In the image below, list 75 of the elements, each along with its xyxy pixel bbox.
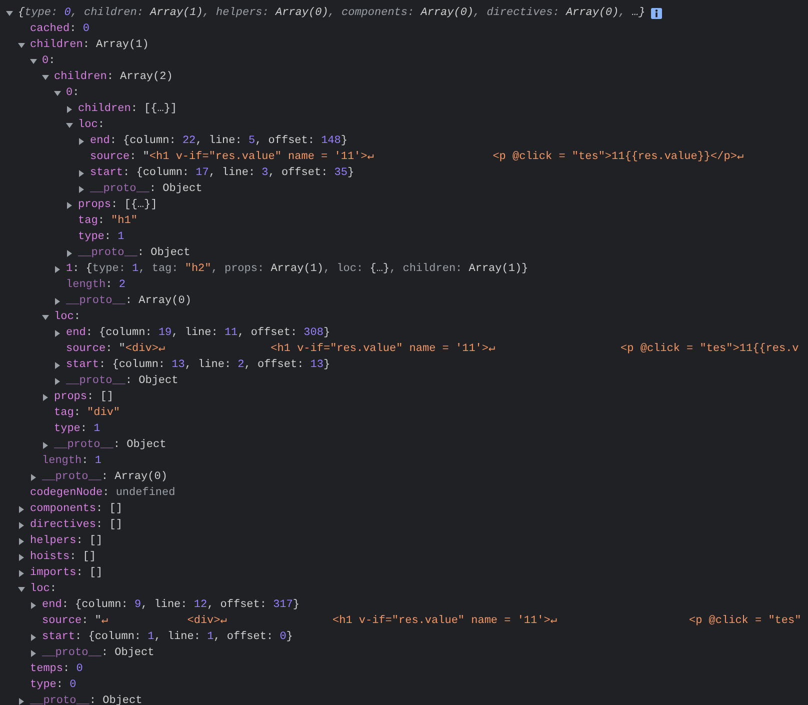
- console-property: 0:: [66, 86, 80, 101]
- console-property: __proto__: Array(0): [42, 470, 168, 485]
- console-property: tag: "div": [54, 406, 120, 421]
- caret-right-icon[interactable]: [78, 138, 85, 144]
- console-property: type: 0: [30, 678, 76, 693]
- console-property: end: {column: 22, line: 5, offset: 148}: [90, 134, 348, 149]
- console-property: props: []: [54, 390, 114, 405]
- console-property: 0:: [42, 54, 56, 69]
- caret-right-icon[interactable]: [42, 442, 49, 448]
- console-property: type: 1: [54, 422, 100, 437]
- console-property: length: 2: [66, 278, 126, 293]
- caret-right-icon[interactable]: [18, 554, 25, 560]
- console-property: __proto__: Object: [30, 694, 142, 705]
- caret-right-icon[interactable]: [18, 698, 25, 704]
- caret-right-icon[interactable]: [18, 506, 25, 512]
- caret-down-icon[interactable]: [18, 586, 25, 592]
- caret-down-icon[interactable]: [66, 122, 73, 128]
- console-property: helpers: []: [30, 534, 103, 549]
- caret-right-icon[interactable]: [54, 298, 61, 304]
- console-property: tag: "h1": [78, 214, 138, 229]
- caret-down-icon[interactable]: [42, 74, 49, 80]
- caret-right-icon[interactable]: [42, 394, 49, 400]
- caret-right-icon[interactable]: [30, 650, 37, 656]
- console-property: children: [{…}]: [78, 102, 178, 117]
- caret-right-icon[interactable]: [54, 266, 61, 272]
- console-property: start: {column: 17, line: 3, offset: 35}: [90, 166, 354, 181]
- console-property: length: 1: [42, 454, 102, 469]
- caret-right-icon[interactable]: [54, 330, 61, 336]
- console-property: end: {column: 9, line: 12, offset: 317}: [42, 598, 300, 613]
- console-property: __proto__: Object: [42, 646, 154, 661]
- caret-right-icon[interactable]: [18, 538, 25, 544]
- console-property: loc:: [78, 118, 104, 133]
- caret-right-icon[interactable]: [66, 106, 73, 112]
- caret-down-icon[interactable]: [18, 42, 25, 48]
- console-property: imports: []: [30, 566, 103, 581]
- caret-down-icon[interactable]: [54, 90, 61, 96]
- console-property: source: "<h1 v-if="res.value" name = '11'>↵ <p @click = "tes">11{{res.value}}</p>↵: [90, 150, 744, 165]
- console-property: __proto__: Object: [66, 374, 178, 389]
- caret-right-icon[interactable]: [18, 522, 25, 528]
- caret-right-icon[interactable]: [78, 170, 85, 176]
- console-property: cached: 0: [30, 22, 90, 37]
- console-property: loc:: [54, 310, 80, 325]
- console-property: __proto__: Array(0): [66, 294, 192, 309]
- caret-right-icon[interactable]: [18, 570, 25, 576]
- caret-right-icon[interactable]: [54, 378, 61, 384]
- console-property: children: Array(2): [54, 70, 173, 85]
- console-property: start: {column: 13, line: 2, offset: 13}: [66, 358, 330, 373]
- console-property: codegenNode: undefined: [30, 486, 176, 501]
- console-property: source: "<div>↵ <h1 v-if="res.value" name = '11'>↵ <p @click = "tes">11{{res.v: [66, 342, 799, 357]
- caret-right-icon[interactable]: [30, 474, 37, 480]
- caret-right-icon[interactable]: [54, 362, 61, 368]
- caret-right-icon[interactable]: [30, 634, 37, 640]
- caret-right-icon[interactable]: [30, 602, 37, 608]
- console-property: loc:: [30, 582, 56, 597]
- caret-down-icon[interactable]: [42, 314, 49, 320]
- console-property: source: "↵ <div>↵ <h1 v-if="res.value" name = '11'>↵ <p @click = "tes": [42, 614, 802, 629]
- console-property: temps: 0: [30, 662, 83, 677]
- console-property: children: Array(1): [30, 38, 149, 53]
- console-property: directives: []: [30, 518, 122, 533]
- console-property: start: {column: 1, line: 1, offset: 0}: [42, 630, 293, 645]
- caret-right-icon[interactable]: [78, 186, 85, 192]
- console-property: props: [{…}]: [78, 198, 158, 213]
- console-property: __proto__: Object: [78, 246, 190, 261]
- caret-down-icon[interactable]: [30, 58, 37, 64]
- console-property: __proto__: Object: [90, 182, 202, 197]
- console-property: 1: {type: 1, tag: "h2", props: Array(1), loc: {…}, children: Array(1)}: [66, 262, 528, 277]
- console-property: end: {column: 19, line: 11, offset: 308}: [66, 326, 330, 341]
- caret-right-icon[interactable]: [66, 202, 73, 208]
- console-property: hoists: []: [30, 550, 96, 565]
- caret-down-icon[interactable]: [6, 10, 13, 16]
- caret-right-icon[interactable]: [66, 250, 73, 256]
- console-property: __proto__: Object: [54, 438, 166, 453]
- console-property: type: 1: [78, 230, 124, 245]
- console-property: components: []: [30, 502, 122, 517]
- object-preview: {type: 0, children: Array(1), helpers: Array(0), components: Array(0), directives: Array(0), …}: [18, 6, 646, 21]
